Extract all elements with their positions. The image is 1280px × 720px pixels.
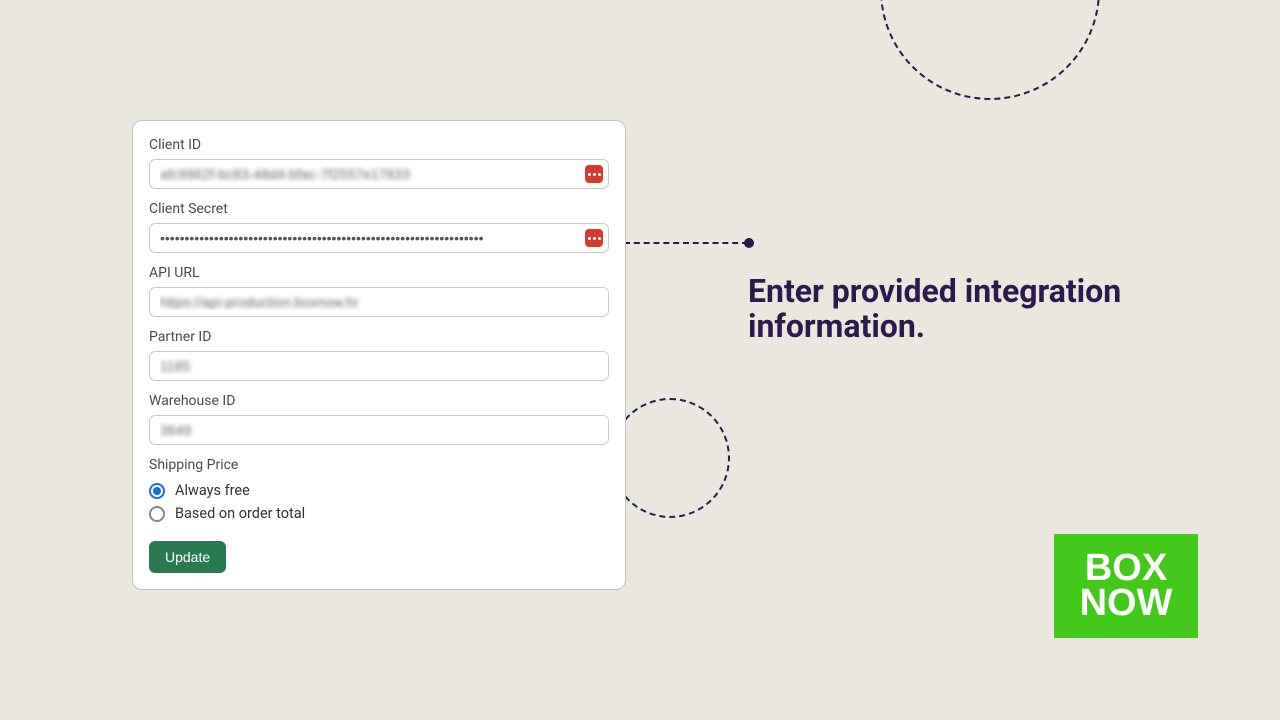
label-partner-id: Partner ID [149,329,609,345]
shipping-price-radio-group: Always free Based on order total [149,479,609,525]
field-partner-id: Partner ID [149,329,609,381]
client-secret-input[interactable] [149,223,609,253]
field-shipping-price: Shipping Price Always free Based on orde… [149,457,609,525]
logo-line-2: NOW [1080,586,1173,621]
radio-label-always-free: Always free [175,482,250,499]
input-wrap-partner-id [149,351,609,381]
decorative-circle-middle [610,398,730,518]
input-wrap-api-url [149,287,609,317]
radio-option-order-total[interactable]: Based on order total [149,502,609,525]
input-wrap-warehouse-id [149,415,609,445]
label-client-id: Client ID [149,137,609,153]
password-manager-icon[interactable] [585,229,603,247]
client-id-input[interactable] [149,159,609,189]
instruction-text: Enter provided integration information. [748,274,1188,344]
field-warehouse-id: Warehouse ID [149,393,609,445]
radio-option-always-free[interactable]: Always free [149,479,609,502]
warehouse-id-input[interactable] [149,415,609,445]
api-url-input[interactable] [149,287,609,317]
connector-dot [744,238,754,248]
password-manager-icon[interactable] [585,165,603,183]
field-api-url: API URL [149,265,609,317]
integration-settings-card: Client ID Client Secret API URL Partner … [132,120,626,590]
boxnow-logo: BOX NOW [1054,534,1198,638]
decorative-circle-top [880,0,1100,100]
field-client-id: Client ID [149,137,609,189]
label-client-secret: Client Secret [149,201,609,217]
radio-icon [149,506,165,522]
radio-label-order-total: Based on order total [175,505,305,522]
label-api-url: API URL [149,265,609,281]
label-warehouse-id: Warehouse ID [149,393,609,409]
label-shipping-price: Shipping Price [149,457,609,473]
update-button[interactable]: Update [149,541,226,573]
input-wrap-client-id [149,159,609,189]
connector-line [624,242,748,244]
radio-icon [149,483,165,499]
field-client-secret: Client Secret [149,201,609,253]
input-wrap-client-secret [149,223,609,253]
logo-line-1: BOX [1085,551,1167,586]
partner-id-input[interactable] [149,351,609,381]
